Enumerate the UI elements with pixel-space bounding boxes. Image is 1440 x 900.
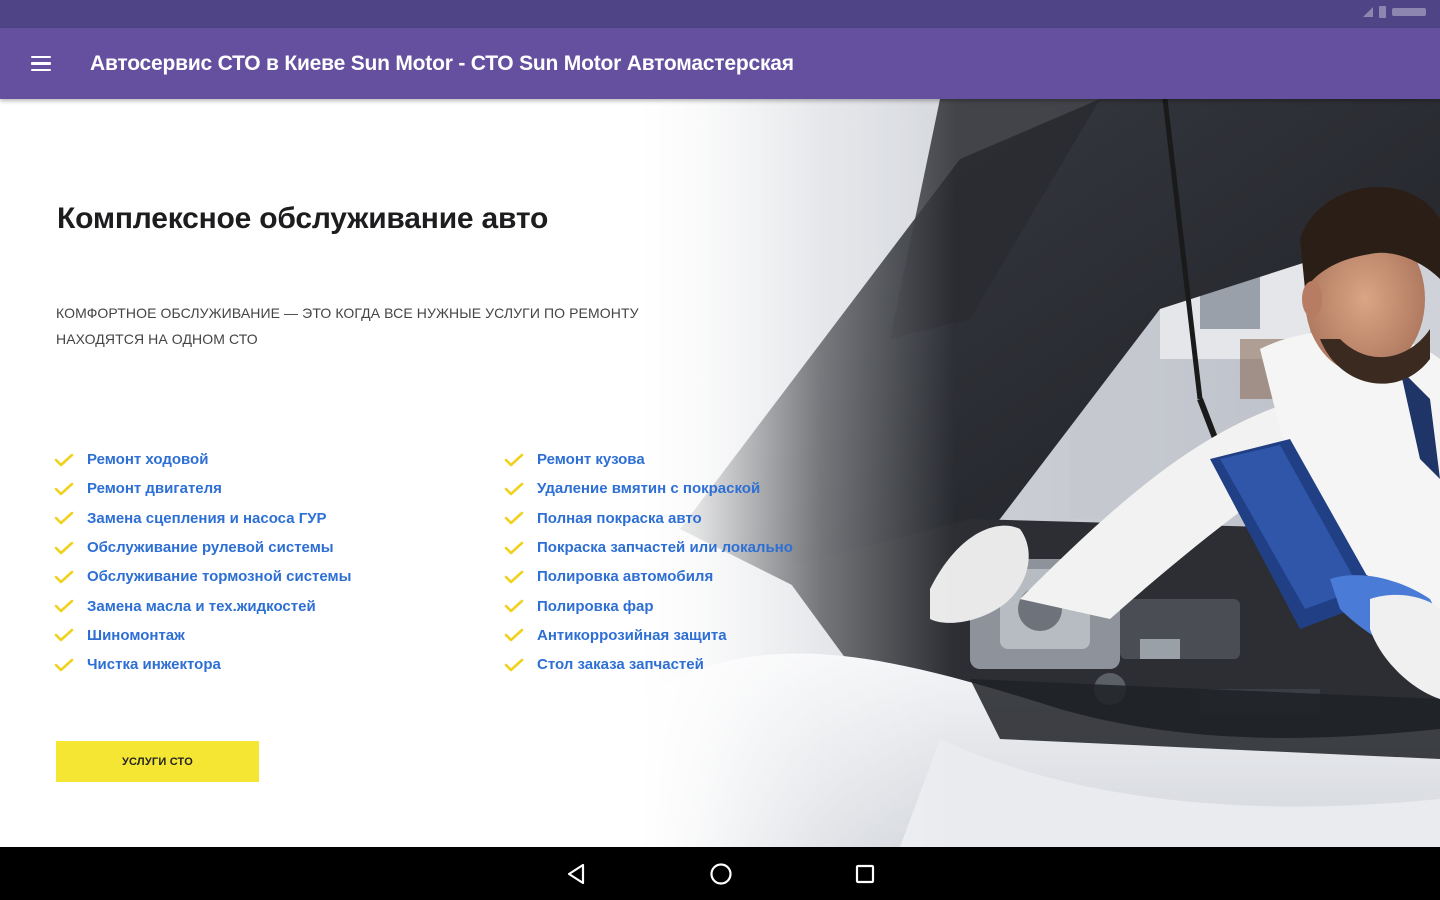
status-icons <box>1363 6 1426 18</box>
service-label[interactable]: Замена масла и тех.жидкостей <box>87 598 316 615</box>
back-triangle-icon[interactable] <box>562 859 592 889</box>
checkmark-icon <box>504 629 524 642</box>
service-label[interactable]: Покраска запчастей или локально <box>537 539 793 556</box>
service-item[interactable]: Обслуживание рулевой системы <box>54 533 474 562</box>
service-label[interactable]: Ремонт ходовой <box>87 451 208 468</box>
service-label[interactable]: Чистка инжектора <box>87 656 221 673</box>
service-item[interactable]: Стол заказа запчастей <box>504 650 934 679</box>
checkmark-icon <box>504 482 524 496</box>
app-title: Автосервис СТО в Киеве Sun Motor - СТО S… <box>90 51 794 75</box>
app-bar: Автосервис СТО в Киеве Sun Motor - СТО S… <box>0 28 1440 99</box>
checkmark-icon <box>504 658 524 672</box>
checkmark-icon <box>54 541 74 554</box>
service-item[interactable]: Чистка инжектора <box>54 650 474 679</box>
service-item[interactable]: Ремонт двигателя <box>54 474 474 503</box>
service-label[interactable]: Полировка фар <box>537 598 654 615</box>
hero-title: Комплексное обслуживание авто <box>57 202 549 235</box>
service-label[interactable]: Замена сцепления и насоса ГУР <box>87 510 327 527</box>
service-label[interactable]: Обслуживание рулевой системы <box>87 539 334 556</box>
checkmark-icon <box>504 511 524 525</box>
recents-square-icon[interactable] <box>850 859 880 889</box>
service-item[interactable]: Замена масла и тех.жидкостей <box>54 591 474 620</box>
checkmark-icon <box>54 511 74 525</box>
services-cta-button[interactable]: УСЛУГИ СТО <box>56 741 259 782</box>
main-content: Комплексное обслуживание авто КОМФОРТНОЕ… <box>0 99 1440 847</box>
service-label[interactable]: Шиномонтаж <box>87 627 185 644</box>
checkmark-icon <box>504 570 524 584</box>
checkmark-icon <box>54 570 74 584</box>
hamburger-menu-icon[interactable] <box>0 28 82 99</box>
checkmark-icon <box>54 482 74 496</box>
service-item[interactable]: Ремонт кузова <box>504 445 934 474</box>
checkmark-icon <box>54 629 74 642</box>
checkmark-icon <box>504 599 524 613</box>
services-list-left: Ремонт ходовой Ремонт двигателя Замена с… <box>54 445 474 679</box>
service-label[interactable]: Ремонт кузова <box>537 451 645 468</box>
checkmark-icon <box>54 658 74 672</box>
service-item[interactable]: Антикоррозийная защита <box>504 621 934 650</box>
service-label[interactable]: Полировка автомобиля <box>537 568 713 585</box>
checkmark-icon <box>54 599 74 613</box>
service-item[interactable]: Удаление вмятин с покраской <box>504 474 934 503</box>
hero-subtitle: КОМФОРТНОЕ ОБСЛУЖИВАНИЕ — ЭТО КОГДА ВСЕ … <box>56 305 639 347</box>
checkmark-icon <box>54 453 74 466</box>
service-item[interactable]: Полировка автомобиля <box>504 562 934 591</box>
service-item[interactable]: Замена сцепления и насоса ГУР <box>54 504 474 533</box>
checkmark-icon <box>504 453 524 466</box>
service-label[interactable]: Удаление вмятин с покраской <box>537 480 760 497</box>
service-label[interactable]: Стол заказа запчастей <box>537 656 704 673</box>
service-item[interactable]: Полировка фар <box>504 591 934 620</box>
service-item[interactable]: Полная покраска авто <box>504 504 934 533</box>
service-item[interactable]: Обслуживание тормозной системы <box>54 562 474 591</box>
service-label[interactable]: Ремонт двигателя <box>87 480 222 497</box>
home-circle-icon[interactable] <box>706 859 736 889</box>
battery-icon <box>1379 6 1386 18</box>
service-label[interactable]: Обслуживание тормозной системы <box>87 568 351 585</box>
services-list-right: Ремонт кузова Удаление вмятин с покраско… <box>504 445 934 679</box>
service-item[interactable]: Ремонт ходовой <box>54 445 474 474</box>
status-bar <box>0 0 1440 28</box>
signal-icon <box>1363 7 1373 17</box>
service-item[interactable]: Шиномонтаж <box>54 621 474 650</box>
checkmark-icon <box>504 541 524 554</box>
service-item[interactable]: Покраска запчастей или локально <box>504 533 934 562</box>
service-label[interactable]: Полная покраска авто <box>537 510 702 527</box>
system-nav-bar <box>0 847 1440 900</box>
clock-placeholder <box>1392 8 1426 16</box>
service-label[interactable]: Антикоррозийная защита <box>537 627 727 644</box>
